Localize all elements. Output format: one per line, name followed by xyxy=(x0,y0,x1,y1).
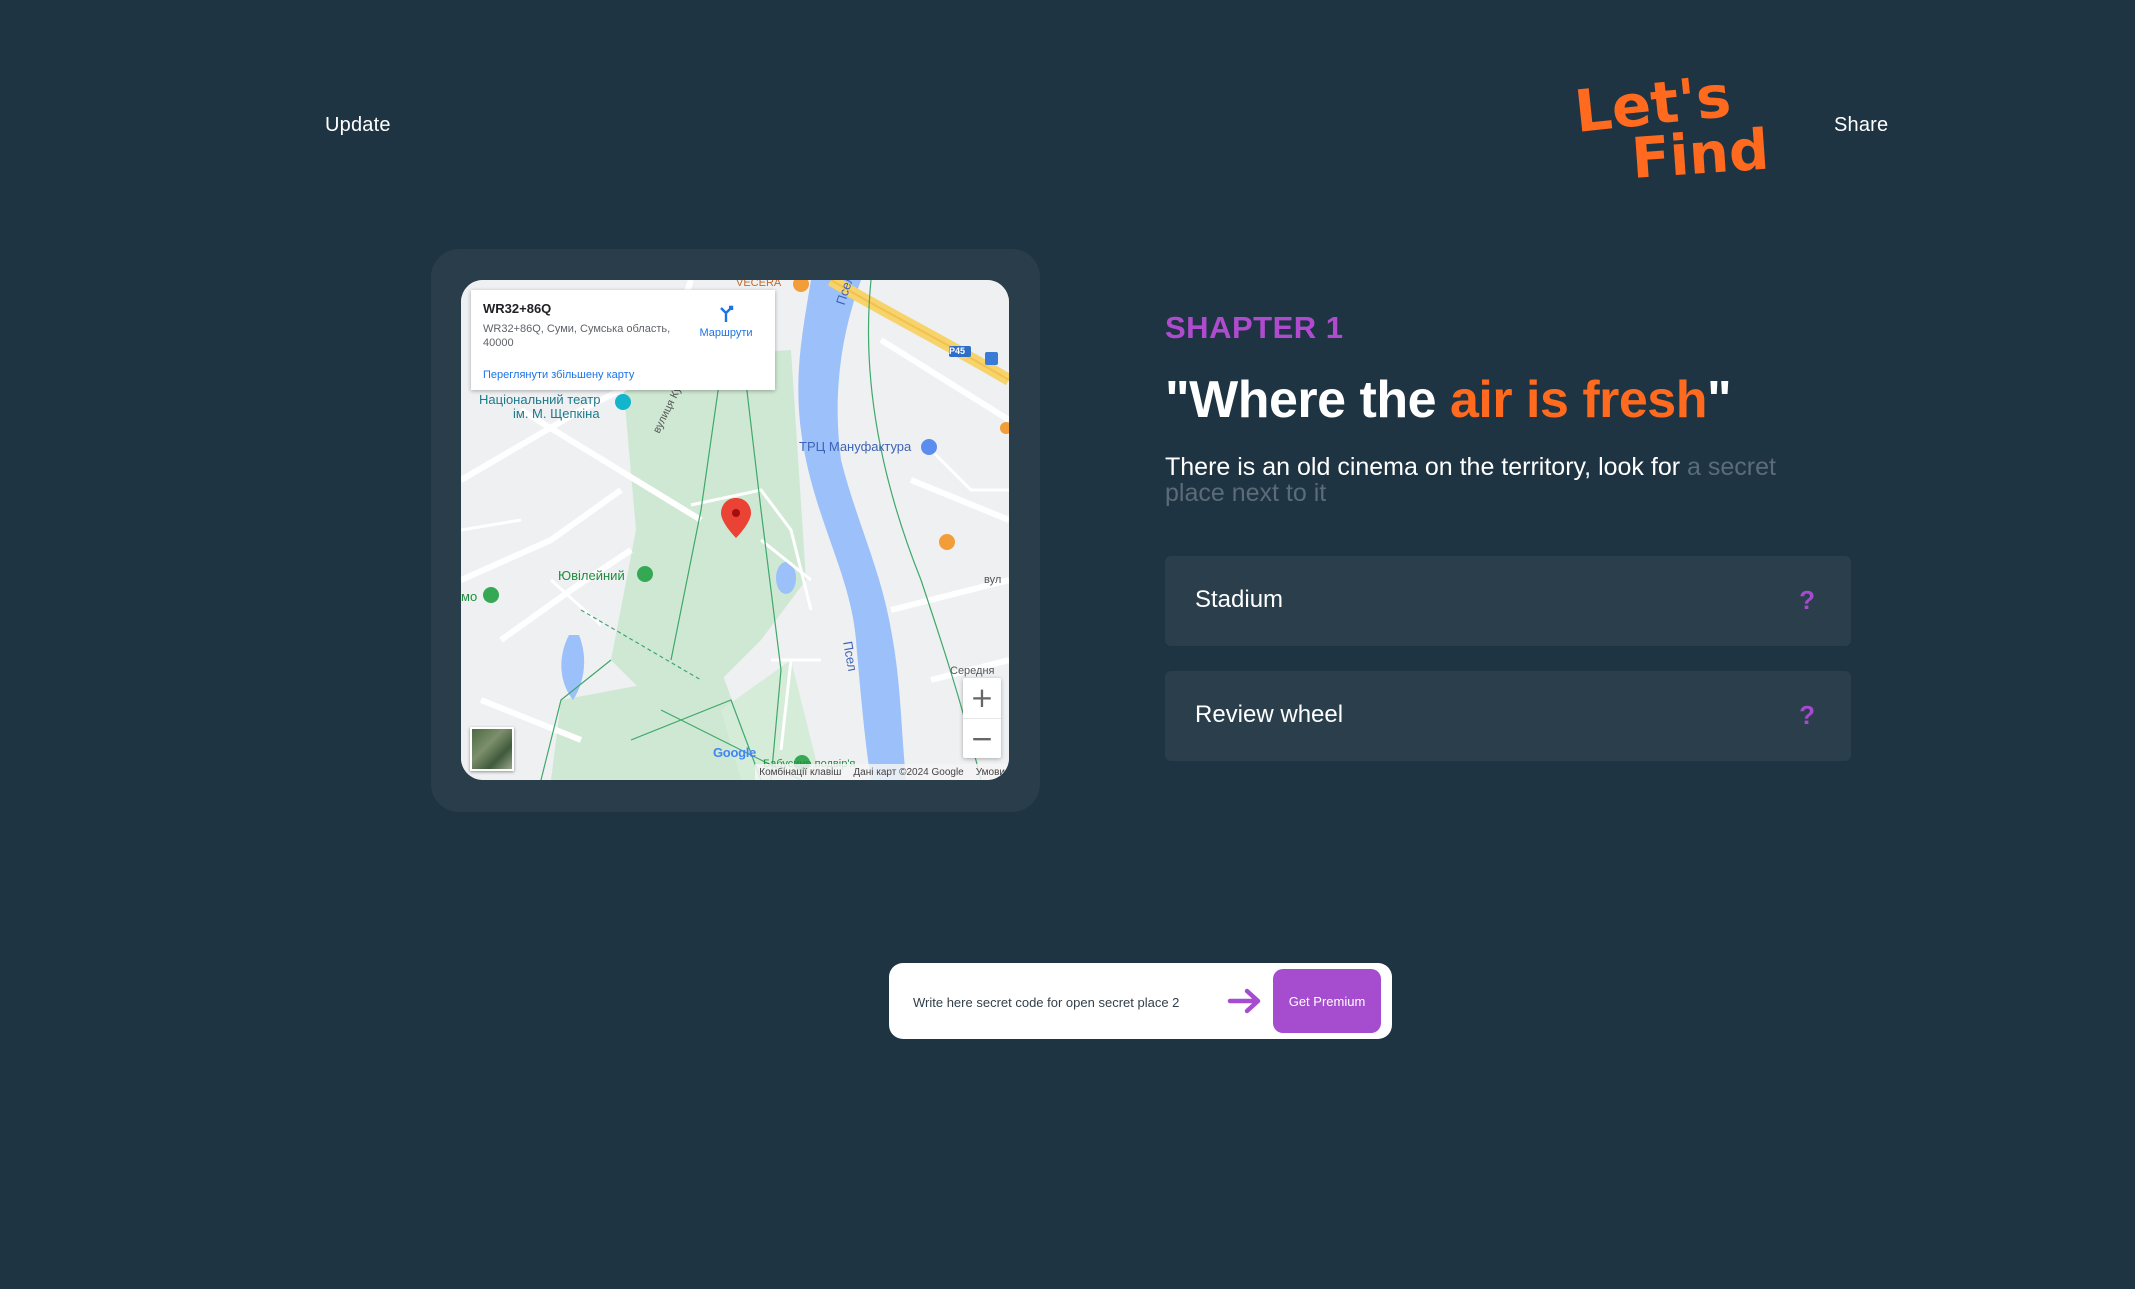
routes-button[interactable]: Маршрути xyxy=(693,304,759,339)
zoom-controls: + − xyxy=(963,678,1001,758)
hint-label: Stadium xyxy=(1195,586,1284,613)
terms-link[interactable]: Умови xyxy=(976,767,1005,778)
map-label-theatre-2: ім. М. Щепкіна xyxy=(513,406,600,421)
map-attribution: Комбінації клавіш Дані карт ©2024 Google… xyxy=(755,764,1009,780)
hint-label: Review wheel xyxy=(1195,701,1344,728)
arrow-right-icon xyxy=(1227,988,1261,1014)
map-label-serednia: Середня xyxy=(950,665,995,677)
hint-stadium[interactable]: Stadium ? xyxy=(1165,556,1851,646)
hint-review-wheel[interactable]: Review wheel ? xyxy=(1165,671,1851,761)
map-label-vul: вул xyxy=(984,574,1002,586)
map-card: P45 VECERA Національний театр ім. М. Щеп… xyxy=(431,249,1040,812)
map-label-theatre: Національний театр xyxy=(479,392,601,407)
plus-code: WR32+86Q xyxy=(483,301,552,316)
chapter-title: "Where the air is fresh" xyxy=(1165,371,1732,429)
keyboard-shortcuts-link[interactable]: Комбінації клавіш xyxy=(759,767,841,778)
map-label-mall: ТРЦ Мануфактура xyxy=(799,439,912,454)
secret-code-bar: Get Premium xyxy=(889,963,1392,1039)
routes-label: Маршрути xyxy=(699,327,753,339)
share-link[interactable]: Share xyxy=(1834,114,1888,137)
map-label-mo: мо xyxy=(461,589,478,604)
chapter-description: There is an old cinema on the territory,… xyxy=(1165,453,1776,507)
title-highlight: air is fresh xyxy=(1449,371,1708,429)
chapter-label: SHAPTER 1 xyxy=(1165,310,1344,345)
map-label-yuvileinyi: Ювілейний xyxy=(558,568,625,583)
satellite-layer-toggle[interactable] xyxy=(470,727,514,771)
google-logo: Google xyxy=(713,745,756,760)
update-link[interactable]: Update xyxy=(325,114,391,137)
directions-icon xyxy=(720,305,734,322)
map-label-top-place: VECERA xyxy=(736,280,782,289)
view-larger-map-link[interactable]: Переглянути збільшену карту xyxy=(483,369,634,381)
question-mark-icon: ? xyxy=(1799,700,1815,730)
zoom-in-button[interactable]: + xyxy=(963,678,1001,718)
lets-find-logo[interactable]: Let's Find xyxy=(1571,62,1793,192)
map-data-credit: Дані карт ©2024 Google xyxy=(853,766,964,778)
road-badge: P45 xyxy=(949,346,966,356)
question-mark-icon: ? xyxy=(1799,585,1815,615)
secret-code-input[interactable] xyxy=(911,987,1215,1017)
place-address: WR32+86Q, Суми, Сумська область, 40000 xyxy=(483,323,671,349)
zoom-out-button[interactable]: − xyxy=(963,718,1001,759)
get-premium-button[interactable]: Get Premium xyxy=(1273,969,1381,1033)
google-map[interactable]: P45 VECERA Національний театр ім. М. Щеп… xyxy=(461,280,1009,780)
map-place-card: WR32+86Q WR32+86Q, Суми, Сумська область… xyxy=(471,290,775,390)
svg-text:Find: Find xyxy=(1629,118,1771,186)
